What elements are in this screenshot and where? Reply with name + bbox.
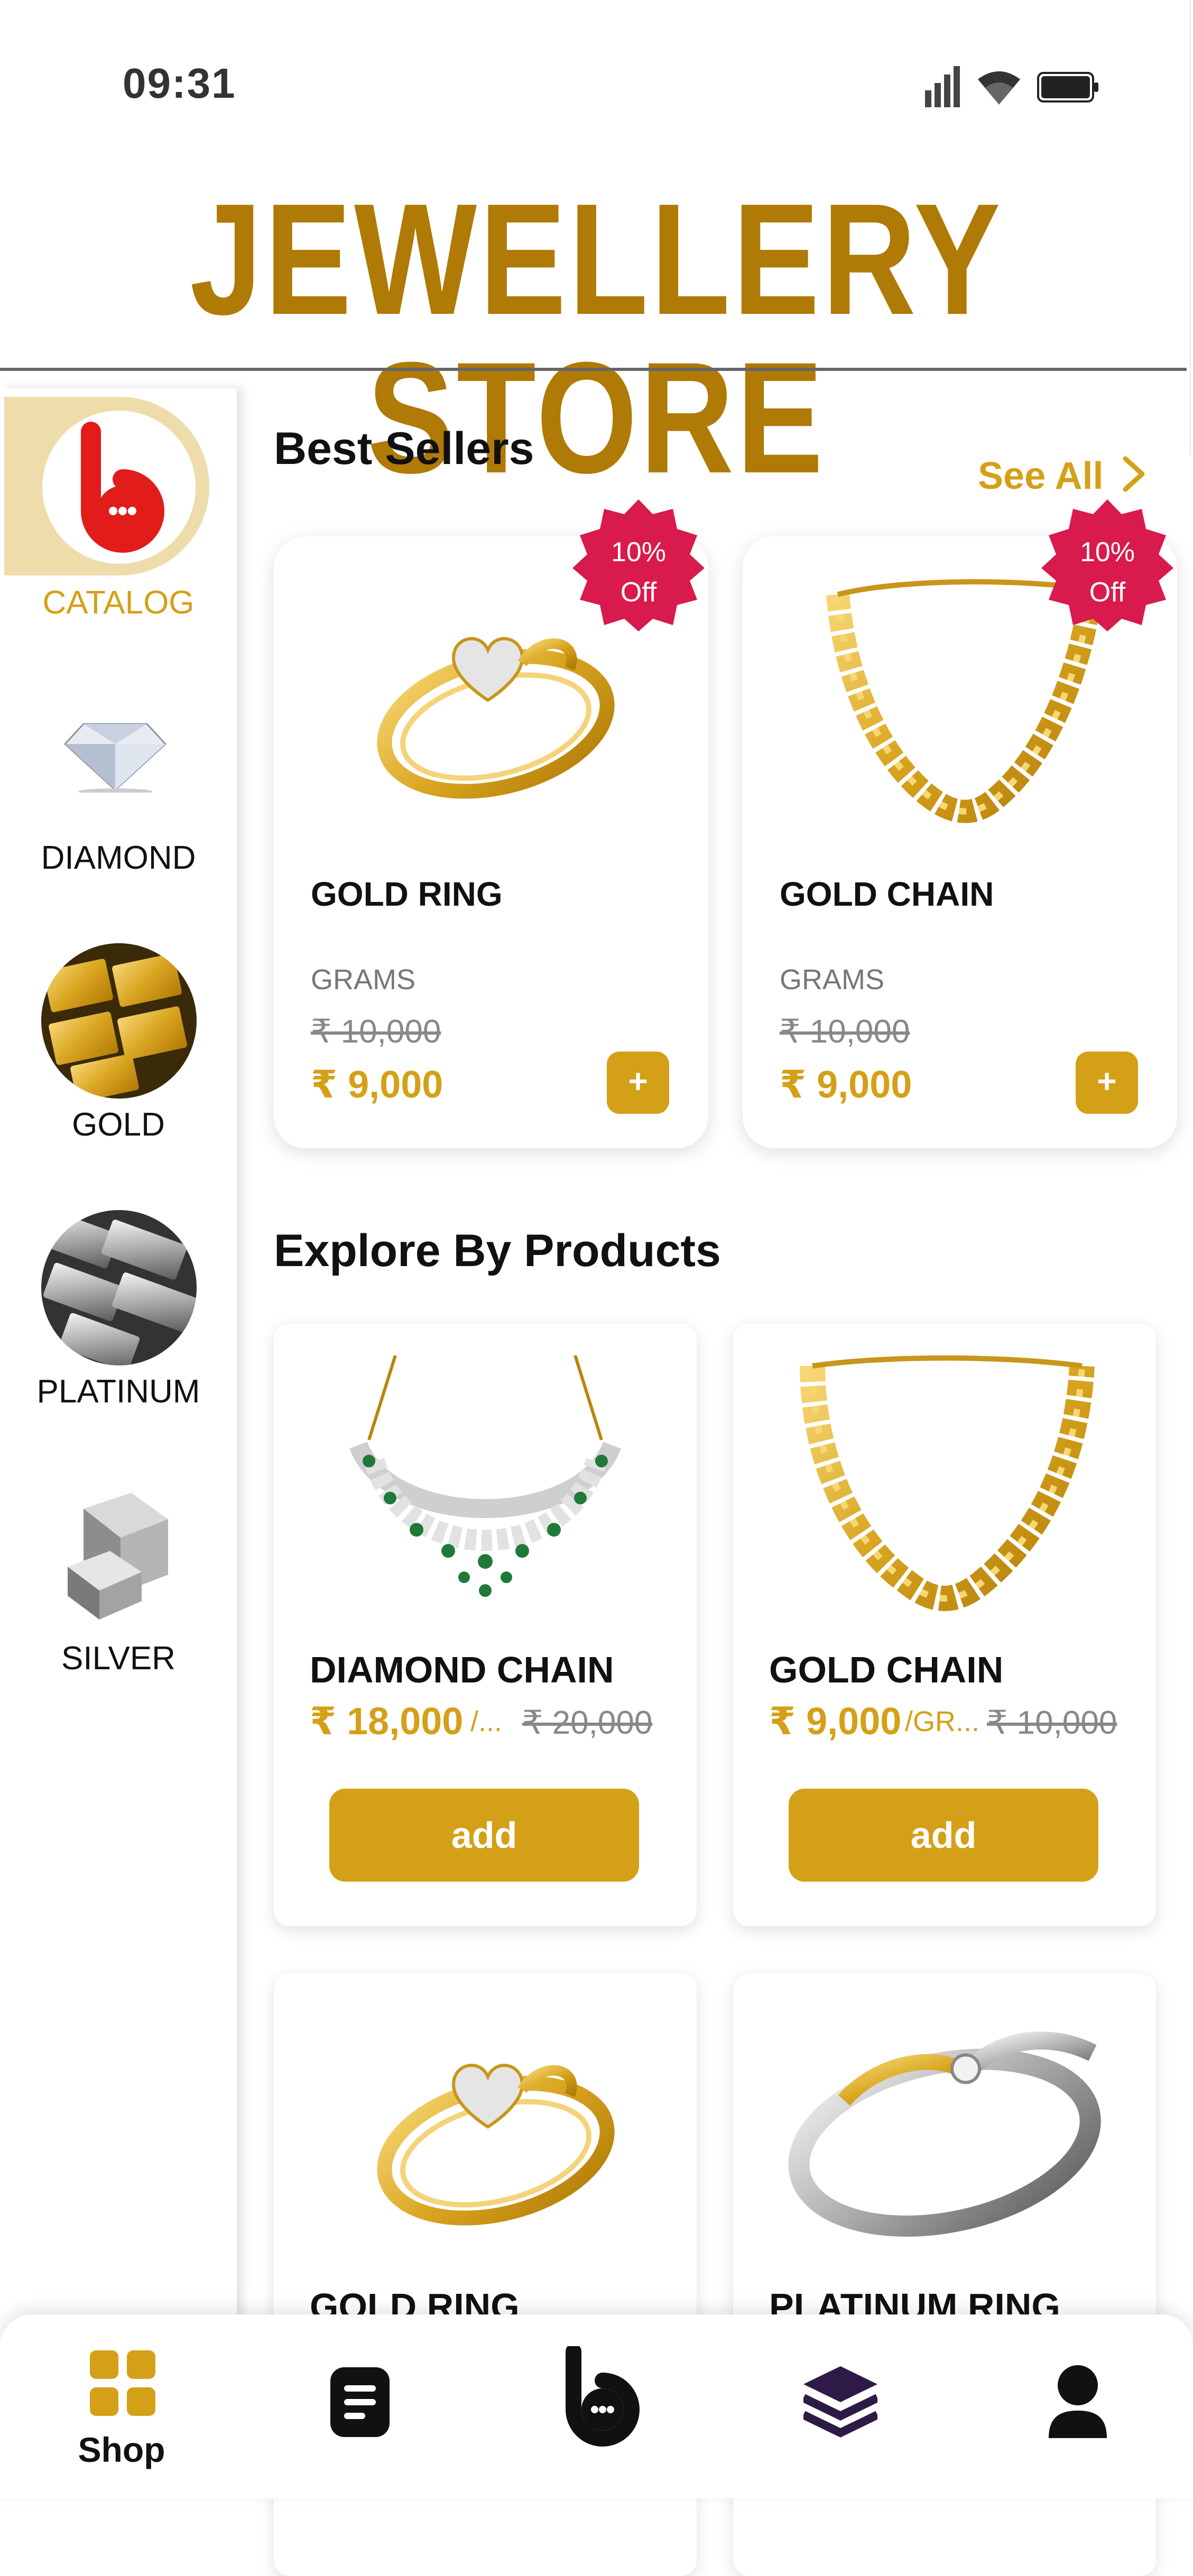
best-sellers-heading: Best Sellers bbox=[274, 423, 534, 474]
grams-label: GRAMS bbox=[311, 964, 416, 996]
add-to-cart-button[interactable]: + bbox=[607, 1052, 669, 1114]
grams-label: GRAMS bbox=[780, 964, 885, 996]
logo-icon bbox=[42, 411, 196, 564]
price: ₹ 9,000 bbox=[780, 1064, 912, 1106]
sidebar-item-label: DIAMOND bbox=[41, 840, 196, 876]
diamond-icon bbox=[62, 703, 168, 795]
badge-percent: 10% bbox=[1079, 537, 1135, 568]
sidebar-item-label: GOLD bbox=[72, 1106, 165, 1143]
nav-orders[interactable] bbox=[312, 2314, 407, 2498]
price: ₹ 18,000 bbox=[310, 1700, 464, 1743]
sidebar-item-diamond[interactable]: DIAMOND bbox=[0, 676, 237, 909]
platinum-ring-image bbox=[775, 2000, 1114, 2254]
logo-icon bbox=[558, 2343, 642, 2447]
nav-categories[interactable] bbox=[793, 2314, 888, 2498]
bottom-nav: Shop bbox=[0, 2314, 1193, 2498]
document-icon bbox=[330, 2367, 390, 2437]
sidebar-item-catalog[interactable]: CATALOG bbox=[0, 388, 237, 642]
add-to-cart-button[interactable]: + bbox=[1076, 1052, 1138, 1114]
gold-ring-image bbox=[348, 2026, 623, 2227]
product-name: GOLD CHAIN bbox=[780, 875, 994, 913]
badge-off: Off bbox=[620, 577, 657, 608]
discount-badge: 10% Off bbox=[1041, 499, 1173, 631]
best-seller-card[interactable]: 10% Off GOLD RING GRAMS ₹ 10,000 ₹ 9,000 … bbox=[274, 499, 708, 1148]
sidebar-item-silver[interactable]: SILVER bbox=[0, 1472, 237, 1715]
price-unit: /GR... bbox=[905, 1706, 980, 1737]
gold-chain-image bbox=[781, 1345, 1108, 1620]
category-sidebar: CATALOG DIAMOND GOLD PLATINUM SILVER bbox=[0, 388, 237, 2325]
sidebar-item-label: PLATINUM bbox=[36, 1373, 200, 1410]
see-all-label: See All bbox=[978, 455, 1104, 497]
discount-badge: 10% Off bbox=[572, 499, 705, 631]
price: ₹ 9,000 bbox=[769, 1700, 902, 1743]
product-card[interactable]: GOLD CHAIN ₹ 9,000 /GR... ₹ 10,000 add bbox=[733, 1324, 1156, 1926]
badge-percent: 10% bbox=[611, 537, 667, 568]
explore-heading: Explore By Products bbox=[274, 1225, 721, 1276]
title-divider bbox=[0, 368, 1187, 371]
status-time: 09:31 bbox=[123, 60, 236, 107]
battery-icon bbox=[1037, 72, 1098, 103]
price-unit: /... bbox=[470, 1706, 503, 1737]
profile-icon bbox=[1047, 2365, 1109, 2438]
signal-icon bbox=[925, 66, 963, 107]
add-button[interactable]: add bbox=[329, 1789, 639, 1882]
nav-profile[interactable] bbox=[1031, 2314, 1126, 2498]
sidebar-item-gold[interactable]: GOLD bbox=[0, 938, 237, 1181]
product-name: GOLD CHAIN bbox=[769, 1649, 1004, 1690]
badge-off: Off bbox=[1089, 577, 1126, 608]
edge-divider bbox=[1190, 0, 1191, 454]
wifi-icon bbox=[978, 68, 1020, 105]
add-button[interactable]: add bbox=[789, 1789, 1098, 1882]
old-price: ₹ 10,000 bbox=[987, 1705, 1117, 1741]
grid-icon bbox=[90, 2350, 155, 2416]
sidebar-item-platinum[interactable]: PLATINUM bbox=[0, 1205, 237, 1448]
diamond-necklace-image bbox=[337, 1355, 633, 1609]
product-name: GOLD RING bbox=[311, 875, 503, 913]
old-price: ₹ 10,000 bbox=[311, 1013, 441, 1050]
best-seller-card[interactable]: 10% Off GOLD CHAIN GRAMS ₹ 10,000 ₹ 9,000… bbox=[743, 499, 1177, 1148]
sidebar-item-label: CATALOG bbox=[42, 584, 195, 621]
silver-bars-icon bbox=[62, 1487, 173, 1625]
platinum-bars-icon bbox=[41, 1210, 197, 1365]
price: ₹ 9,000 bbox=[311, 1064, 443, 1106]
nav-home[interactable] bbox=[550, 2314, 650, 2498]
product-card[interactable]: DIAMOND CHAIN ₹ 18,000 /... ₹ 20,000 add bbox=[274, 1324, 697, 1926]
nav-shop-label: Shop bbox=[78, 2430, 165, 2469]
old-price: ₹ 20,000 bbox=[522, 1705, 653, 1741]
chevron-right-icon bbox=[1121, 455, 1146, 501]
gold-bars-icon bbox=[41, 943, 197, 1099]
sidebar-item-label: SILVER bbox=[61, 1640, 175, 1677]
layers-icon bbox=[801, 2366, 880, 2440]
see-all-link[interactable]: See All bbox=[978, 454, 1146, 501]
app-title: JEWELLERY STORE bbox=[190, 170, 1003, 506]
product-name: DIAMOND CHAIN bbox=[310, 1649, 614, 1690]
nav-shop[interactable]: Shop bbox=[53, 2314, 190, 2498]
old-price: ₹ 10,000 bbox=[780, 1013, 910, 1050]
